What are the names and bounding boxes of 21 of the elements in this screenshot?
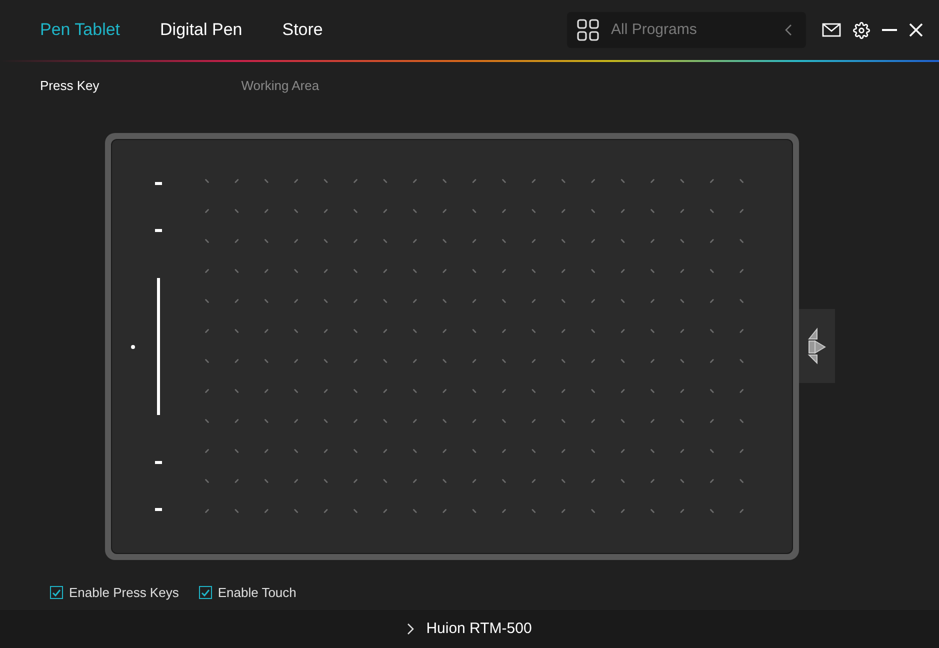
checkbox-label: Enable Press Keys	[69, 584, 179, 602]
brand-tab[interactable]	[799, 309, 835, 383]
checkbox[interactable]	[50, 586, 63, 599]
chevron-right-icon	[407, 623, 414, 635]
program-selector[interactable]: All Programs	[567, 12, 806, 48]
nav-tab[interactable]: Store	[282, 17, 323, 43]
chevron-left-icon	[785, 24, 792, 36]
grid-icon	[577, 19, 599, 41]
nav-tab[interactable]: Pen Tablet	[40, 17, 120, 43]
settings-icon[interactable]	[853, 22, 870, 38]
mail-icon[interactable]	[822, 23, 841, 37]
program-selector-value: All Programs	[611, 20, 697, 40]
sub-tab[interactable]: Working Area	[241, 76, 320, 96]
device-bar[interactable]: Huion RTM-500	[0, 610, 939, 648]
checkbox-label: Enable Touch	[218, 584, 296, 602]
close-icon[interactable]	[909, 23, 923, 37]
device-name: Huion RTM-500	[426, 618, 532, 639]
logo-icon	[807, 327, 827, 365]
nav-tab[interactable]: Digital Pen	[160, 17, 242, 43]
checkbox[interactable]	[198, 586, 212, 599]
sub-tab[interactable]: Press Key	[40, 76, 100, 96]
